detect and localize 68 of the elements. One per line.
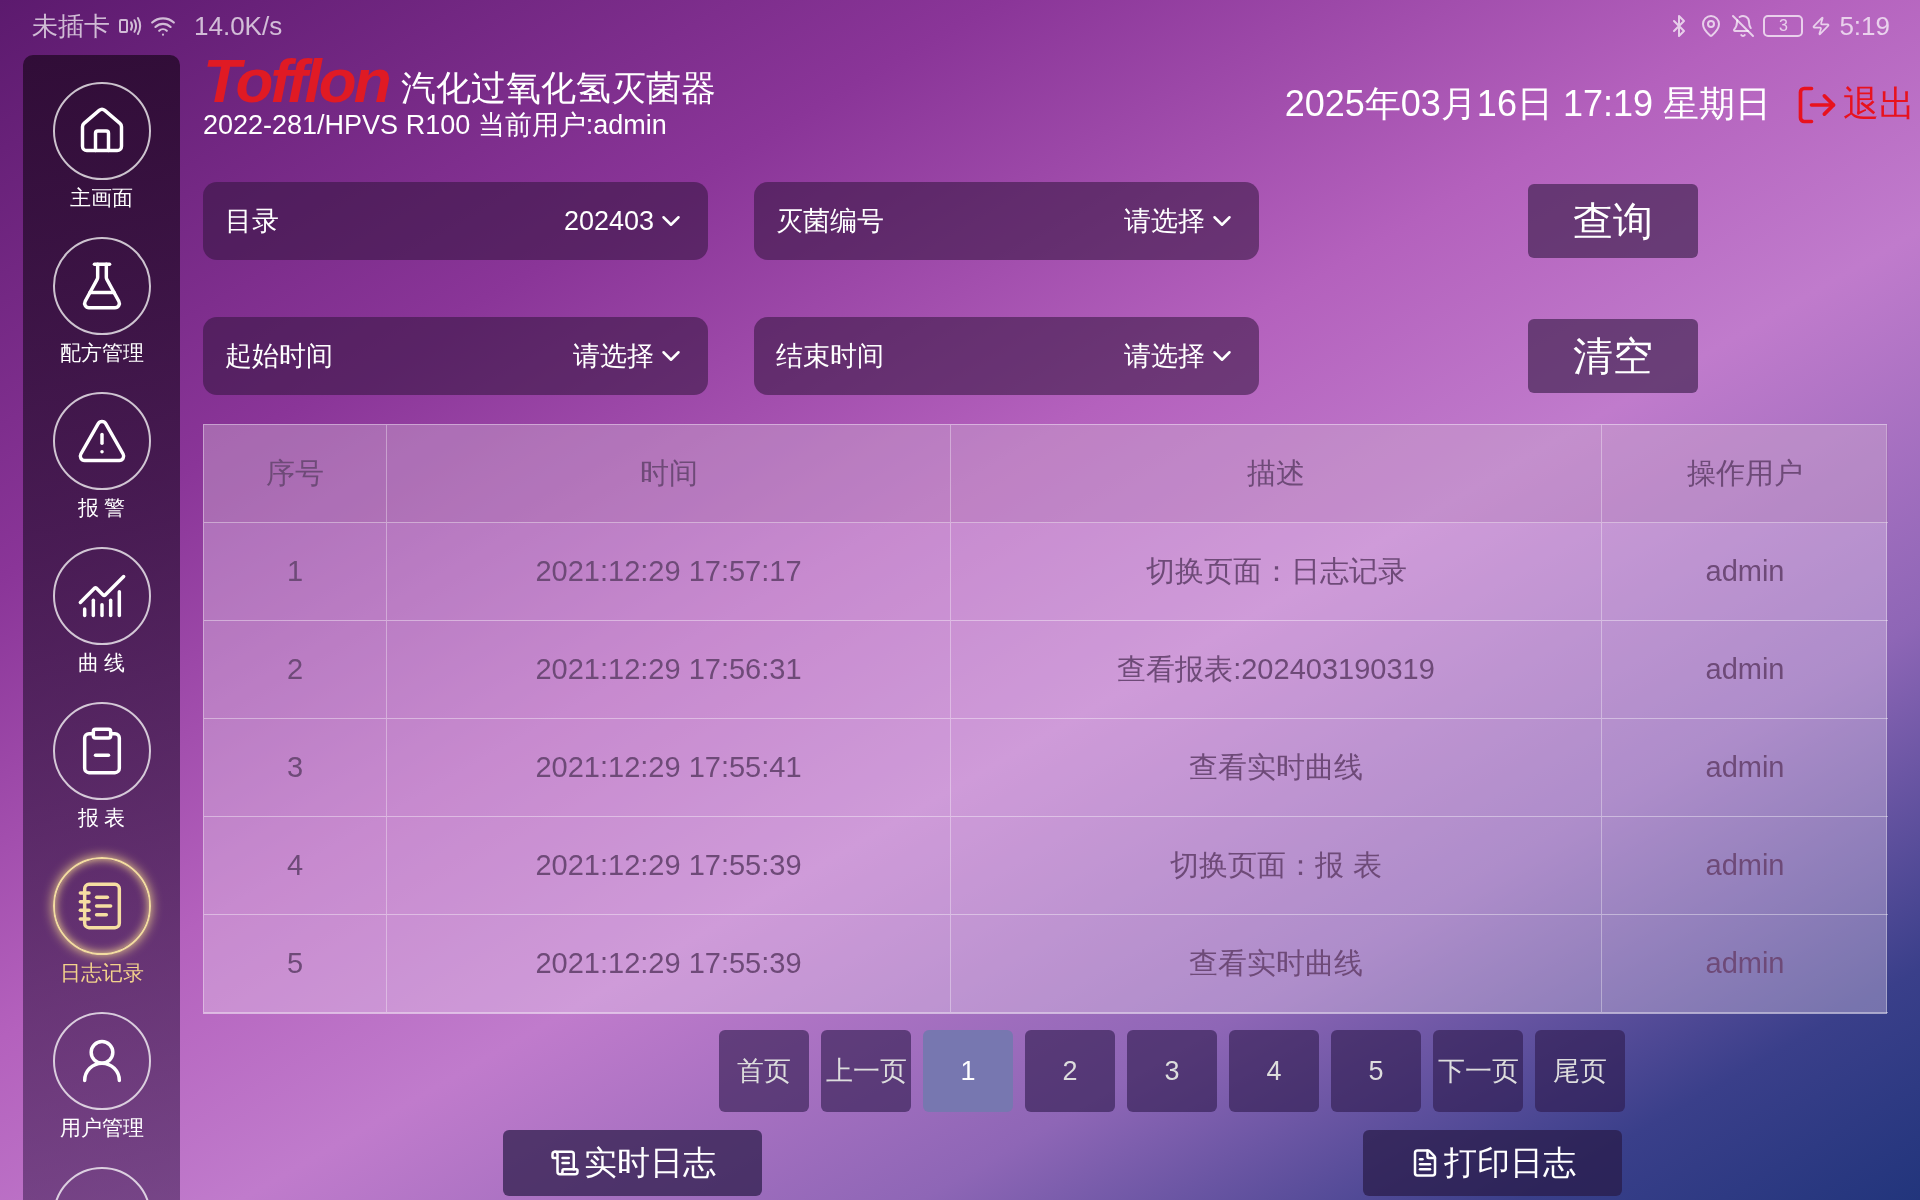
nav-label: 用户管理 [59,1115,144,1141]
table-cell: 2 [204,621,387,719]
filter-label: 起始时间 [225,340,333,373]
charging-icon [1811,16,1832,36]
document-icon [549,1148,580,1178]
column-header: 时间 [387,425,951,523]
table-cell: 2021:12:29 17:57:17 [387,523,951,621]
table-cell: 2021:12:29 17:55:39 [387,817,951,915]
filter-dropdown[interactable]: 灭菌编号 请选择 [754,182,1259,260]
page-button[interactable]: 4 [1229,1030,1319,1112]
carrier-text: 未插卡 [32,9,110,43]
app-title: 汽化过氧化氢灭菌器 [400,67,716,109]
table-cell: 切换页面：报 表 [951,817,1602,915]
table-cell: 2021:12:29 17:55:39 [387,915,951,1013]
table-cell: admin [1602,719,1888,817]
nav-button[interactable] [52,857,151,955]
date-time: 2025年03月16日 17:19 星期日 [1284,82,1771,126]
table-cell: 查看报表:202403190319 [951,621,1602,719]
column-header: 描述 [951,425,1602,523]
table-cell: admin [1602,915,1888,1013]
nav-label: 日志记录 [59,960,144,986]
filter-label: 目录 [225,205,279,238]
page-button[interactable]: 尾页 [1535,1030,1625,1112]
nav-label: 配方管理 [59,340,144,366]
table-cell: 切换页面：日志记录 [951,523,1602,621]
filter-label: 灭菌编号 [776,205,884,238]
clock: 5:19 [1839,10,1890,42]
table-cell: 4 [204,817,387,915]
table-cell: 2021:12:29 17:56:31 [387,621,951,719]
bell-off-icon [1731,14,1756,38]
page-button[interactable]: 首页 [719,1030,809,1112]
action-button[interactable]: 清空 [1528,319,1698,393]
page-button[interactable]: 下一页 [1433,1030,1523,1112]
filter-label: 结束时间 [776,340,884,373]
filter-value: 请选择 [573,340,654,373]
nav-label: 曲 线 [77,650,126,676]
table-cell: 3 [204,719,387,817]
table-cell: admin [1602,817,1888,915]
column-header: 序号 [204,425,387,523]
battery-icon: 3 [1763,15,1804,37]
device-user-info: 2022-281/HPVS R100 当前用户:admin [203,110,668,140]
nav-label: 主画面 [70,185,133,211]
table-cell: 查看实时曲线 [951,915,1602,1013]
filter-dropdown[interactable]: 起始时间 请选择 [203,317,708,395]
table-cell: 1 [204,523,387,621]
table-cell: 5 [204,915,387,1013]
nav-label: 报 警 [77,495,126,521]
page-button[interactable]: 上一页 [821,1030,911,1112]
action-button[interactable]: 查询 [1528,184,1698,258]
table-cell: admin [1602,621,1888,719]
filter-value: 请选择 [1124,340,1205,373]
page-button[interactable]: 5 [1331,1030,1421,1112]
brand-logo: Tofflon [203,52,389,110]
filter-dropdown[interactable]: 目录 202403 [203,182,708,260]
filter-value: 请选择 [1124,205,1205,238]
filter-value: 202403 [563,205,654,237]
page-button[interactable]: 2 [1025,1030,1115,1112]
table-cell: 2021:12:29 17:55:41 [387,719,951,817]
page-button[interactable]: 3 [1127,1030,1217,1112]
filter-dropdown[interactable]: 结束时间 请选择 [754,317,1259,395]
log-button[interactable]: 打印日志 [1363,1130,1622,1196]
column-header: 操作用户 [1602,425,1888,523]
nav-label: 报 表 [77,805,126,831]
table-cell: 查看实时曲线 [951,719,1602,817]
page-button[interactable]: 1 [923,1030,1013,1112]
table-cell: admin [1602,523,1888,621]
network-speed: 14.0K/s [194,10,283,42]
log-button[interactable]: 实时日志 [503,1130,762,1196]
